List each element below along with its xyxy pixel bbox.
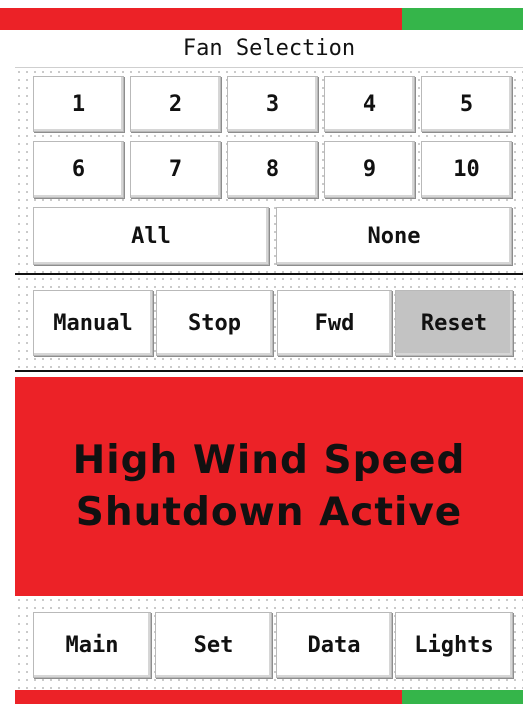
main-nav-button[interactable]: Main: [33, 612, 151, 678]
fan-10-button[interactable]: 10: [421, 141, 512, 198]
section-divider-2: [15, 370, 523, 372]
reset-button[interactable]: Reset: [395, 290, 513, 356]
data-nav-button[interactable]: Data: [276, 612, 392, 678]
fan-selection-title: Fan Selection: [15, 30, 523, 68]
select-none-button[interactable]: None: [276, 207, 512, 265]
top-status-bar-red: [0, 8, 402, 30]
fan-8-button[interactable]: 8: [227, 141, 318, 198]
bottom-status-bar-red: [15, 690, 402, 704]
set-nav-button[interactable]: Set: [155, 612, 272, 678]
fan-5-button[interactable]: 5: [421, 76, 512, 132]
fan-9-button[interactable]: 9: [324, 141, 415, 198]
fwd-button[interactable]: Fwd: [277, 290, 392, 356]
top-status-bar-green: [402, 8, 523, 30]
select-all-button[interactable]: All: [33, 207, 269, 265]
fan-6-button[interactable]: 6: [33, 141, 124, 198]
fan-1-button[interactable]: 1: [33, 76, 124, 132]
fan-7-button[interactable]: 7: [130, 141, 221, 198]
manual-button[interactable]: Manual: [33, 290, 153, 356]
fan-4-button[interactable]: 4: [324, 76, 415, 132]
lights-nav-button[interactable]: Lights: [395, 612, 513, 678]
fan-3-button[interactable]: 3: [227, 76, 318, 132]
alarm-line-2: Shutdown Active: [75, 489, 463, 535]
fan-2-button[interactable]: 2: [130, 76, 221, 132]
alarm-line-1: High Wind Speed: [72, 437, 466, 483]
stop-button[interactable]: Stop: [156, 290, 273, 356]
bottom-status-bar-green: [402, 690, 523, 704]
alarm-banner: High Wind Speed Shutdown Active: [15, 377, 523, 596]
